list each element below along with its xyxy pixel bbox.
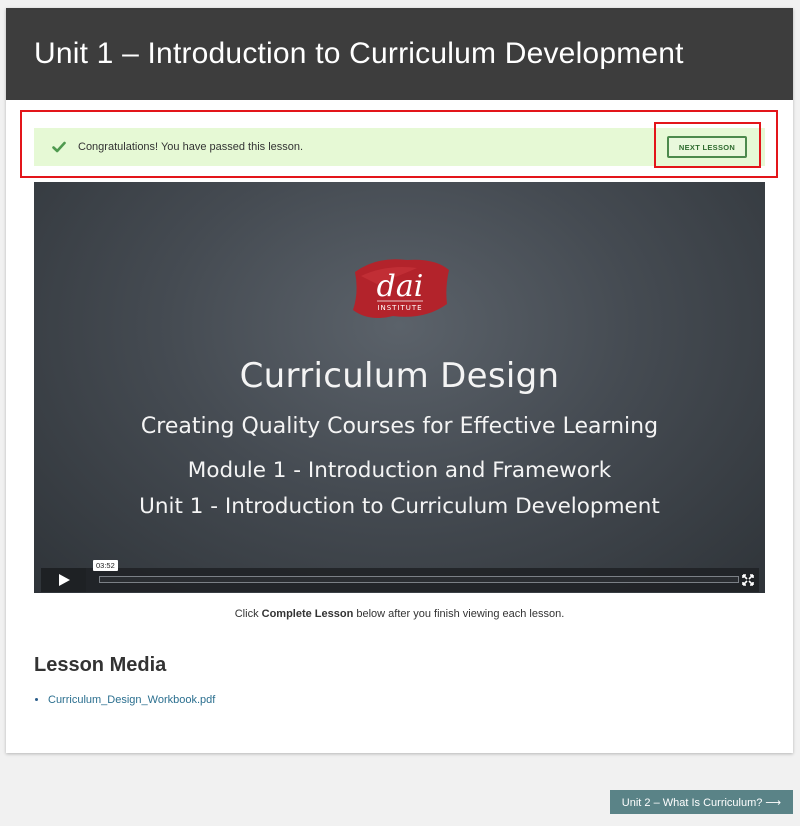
completion-hint: Click Complete Lesson below after you fi… [6, 608, 793, 620]
dai-institute-logo: dai INSTITUTE [353, 259, 449, 318]
video-module-line: Module 1 - Introduction and Framework [187, 458, 612, 483]
video-title: Curriculum Design [239, 356, 560, 396]
check-icon [52, 141, 66, 153]
video-unit-line: Unit 1 - Introduction to Curriculum Deve… [139, 494, 660, 519]
play-icon [58, 574, 70, 586]
next-unit-button[interactable]: Unit 2 – What Is Curriculum? ⟶ [610, 790, 793, 814]
hint-prefix: Click [234, 608, 262, 620]
list-item: Curriculum_Design_Workbook.pdf [48, 694, 215, 706]
logo-subtext: INSTITUTE [377, 304, 422, 312]
hint-suffix: below after you finish viewing each less… [353, 608, 565, 620]
video-progress-bar[interactable] [99, 576, 739, 583]
video-duration: 03:52 [93, 560, 118, 571]
success-message: Congratulations! You have passed this le… [78, 141, 304, 153]
lesson-card: Unit 1 – Introduction to Curriculum Deve… [6, 8, 793, 753]
video-controls: 03:52 [41, 560, 759, 592]
page-title: Unit 1 – Introduction to Curriculum Deve… [34, 37, 684, 70]
video-subtitle: Creating Quality Courses for Effective L… [140, 414, 659, 439]
hint-bold: Complete Lesson [261, 608, 354, 620]
logo-text: dai [377, 269, 424, 304]
next-lesson-button[interactable]: NEXT LESSON [667, 136, 747, 158]
play-button[interactable] [41, 568, 86, 592]
lesson-media-heading: Lesson Media [34, 654, 167, 676]
lesson-media-list: Curriculum_Design_Workbook.pdf [34, 694, 215, 706]
video-player[interactable]: dai INSTITUTE Curriculum Design Creating… [34, 182, 765, 593]
fullscreen-icon[interactable] [741, 573, 755, 587]
page-header: Unit 1 – Introduction to Curriculum Deve… [6, 8, 793, 100]
workbook-pdf-link[interactable]: Curriculum_Design_Workbook.pdf [48, 694, 215, 706]
